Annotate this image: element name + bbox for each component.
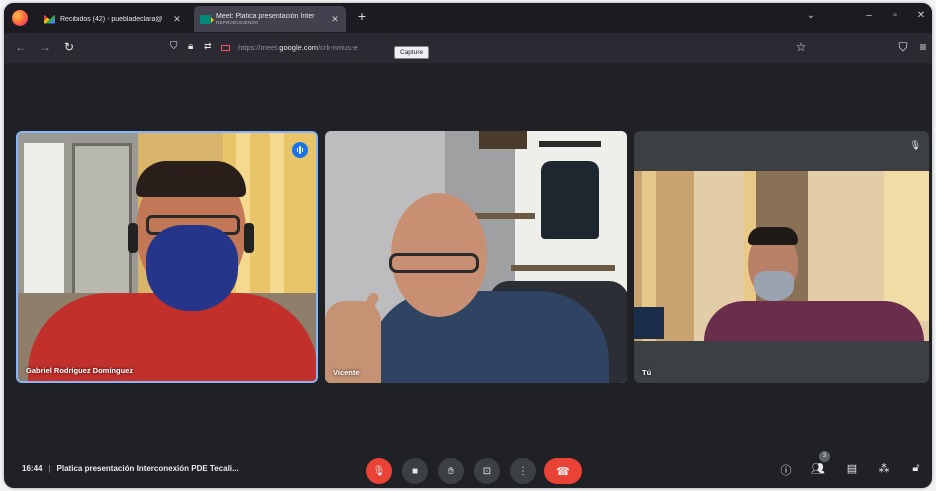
firefox-icon[interactable] [12,10,28,26]
menu-icon[interactable]: ≡ [916,40,930,54]
activities-icon[interactable]: ⁂ [876,462,892,475]
tab-audio-status: REPRODUCIENDO [216,20,259,25]
raise-hand-button[interactable]: ✋︎ [438,458,464,484]
participant-tile[interactable]: Vicente [325,131,627,383]
window-close-icon[interactable]: ✕ [914,10,928,21]
meeting-details: 16:44 | Platica presentación Interconexión… [22,464,239,473]
participant-tile[interactable]: Gabriel Rodríguez Domínguez [16,131,318,383]
tab-meet[interactable]: Meet: Platica presentación Inter REPRODU… [194,6,346,32]
browser-window: Recibidos (42) - puebladeclara@ ✕ Meet: … [4,3,932,488]
shield-icon[interactable]: ⛉ [170,41,178,52]
url-prefix: https://meet. [238,43,280,52]
tab-strip: Recibidos (42) - puebladeclara@ ✕ Meet: … [4,3,932,33]
participants-count-badge: 3 [819,451,830,462]
camera-toggle-button[interactable]: ■ [402,458,428,484]
tab-gmail[interactable]: Recibidos (42) - puebladeclara@ ✕ [38,6,188,32]
leave-call-button[interactable]: ☎︎ [544,458,582,484]
url-domain: google.com [279,43,319,52]
more-options-button[interactable]: ⋮ [510,458,536,484]
close-icon[interactable]: ✕ [328,14,342,25]
meet-icon [200,14,214,24]
pocket-icon[interactable]: ⛉ [896,40,910,55]
camera-icon: ■ [411,465,419,477]
tab-list-chevron-icon[interactable]: ⌄ [804,10,818,21]
participant-tile[interactable]: 🎙︎ Tú [634,131,929,383]
gmail-icon [44,14,55,24]
people-icon[interactable]: 👥︎ [810,462,826,475]
mic-off-icon: 🎙︎ [372,465,386,477]
participant-name: Gabriel Rodríguez Domínguez [26,366,134,375]
mic-off-icon: 🎙︎ [909,140,921,150]
permissions-icon[interactable]: ⇄ [204,41,212,52]
hand-icon: ✋︎ [448,465,454,477]
lock-icon[interactable]: 🔒︎ [188,41,193,52]
meeting-controls-bar: 16:44 | Platica presentación Interconexión… [4,448,932,488]
participant-name: Tú [642,368,652,377]
address-bar[interactable]: https://meet.google.com/crk-nmus-e [238,43,358,52]
maximize-icon[interactable]: ▫ [888,10,902,21]
tab-title: Meet: Platica presentación Inter [216,13,315,20]
camera-sharing-icon[interactable] [221,45,230,51]
navigation-bar: ← → ↻ ⛉ 🔒︎ ⇄ https://meet.google.com/crk… [4,33,932,63]
participant-name: Vicente [333,368,360,377]
minimize-icon[interactable]: – [862,10,876,21]
mic-toggle-button[interactable]: 🎙︎ [366,458,392,484]
meeting-separator: | [48,464,51,473]
present-icon: ⊡ [482,465,492,477]
back-arrow-icon[interactable]: ← [14,40,28,54]
host-controls-lock-icon[interactable]: 🔓︎ [908,462,924,475]
bookmark-star-icon[interactable]: ☆ [794,40,808,54]
capture-tooltip: Capture [394,46,430,59]
meeting-time: 16:44 [22,464,43,473]
meeting-info-icon[interactable]: ⓘ [778,462,794,478]
chat-icon[interactable]: ▤ [844,462,860,475]
forward-arrow-icon[interactable]: → [38,40,52,54]
url-path: /crk-nmus-e [318,43,358,52]
meeting-title: Platica presentación Interconexión PDE T… [56,464,239,473]
close-icon[interactable]: ✕ [170,14,184,25]
tab-title: Recibidos (42) - puebladeclara@ [60,15,163,23]
present-screen-button[interactable]: ⊡ [474,458,500,484]
new-tab-button[interactable]: + [354,8,370,24]
reload-icon[interactable]: ↻ [62,40,76,54]
speaking-indicator-icon [292,142,308,158]
hang-up-icon: ☎︎ [556,465,570,478]
more-vert-icon: ⋮ [518,465,528,477]
